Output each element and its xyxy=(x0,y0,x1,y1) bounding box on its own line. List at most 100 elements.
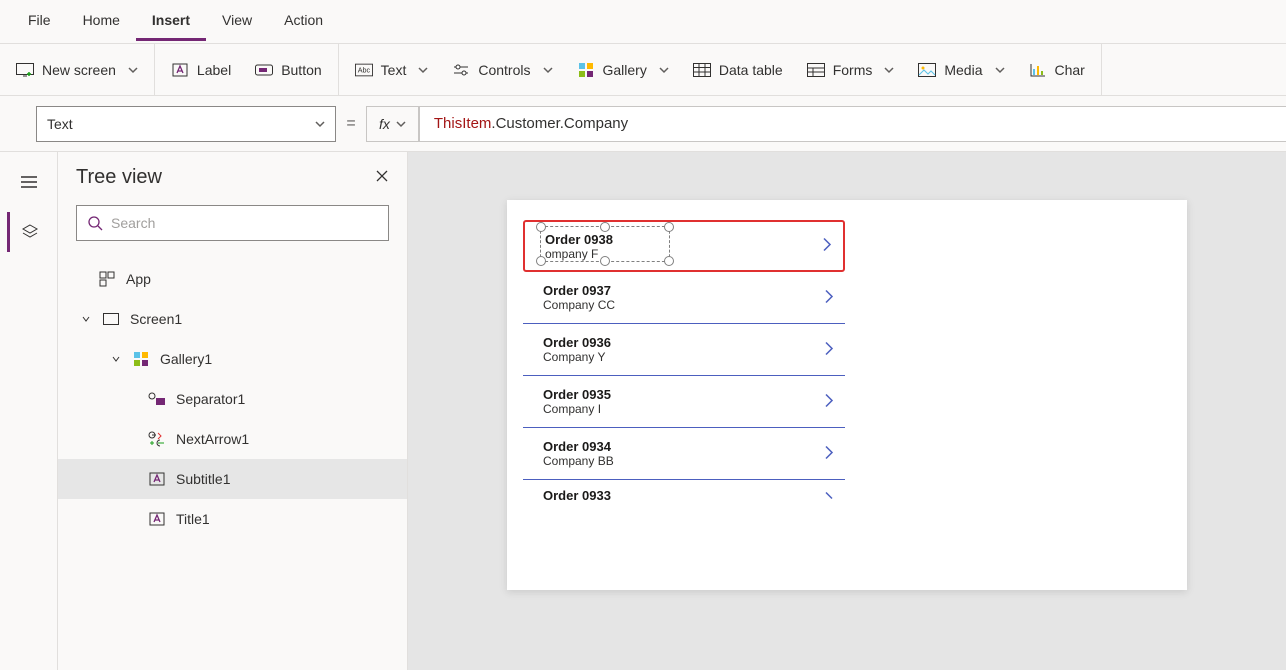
tree-search[interactable] xyxy=(76,205,389,241)
equals-sign: = xyxy=(336,115,366,133)
chevron-down-icon xyxy=(128,65,138,75)
chevron-right-icon[interactable] xyxy=(823,287,835,308)
tree-view-button[interactable] xyxy=(7,212,47,252)
chevron-right-icon[interactable] xyxy=(823,391,835,412)
gallery-item[interactable]: Order 0936 Company Y xyxy=(523,324,845,376)
chevron-right-icon[interactable] xyxy=(821,236,833,257)
svg-text:Abc: Abc xyxy=(357,65,370,74)
gallery-item[interactable]: Order 0937 Company CC xyxy=(523,272,845,324)
item-title: Order 0937 xyxy=(543,283,837,298)
tree-label: Gallery1 xyxy=(160,351,212,367)
gallery-button[interactable]: Gallery xyxy=(565,53,681,87)
item-title: Order 0933 xyxy=(543,488,837,503)
tree-search-input[interactable] xyxy=(111,215,378,231)
item-subtitle: Company CC xyxy=(543,298,837,312)
label-button[interactable]: Label xyxy=(159,53,243,87)
formula-input[interactable]: ThisItem.Customer.Company xyxy=(420,106,1286,142)
gallery-icon xyxy=(577,61,595,79)
menu-insert[interactable]: Insert xyxy=(136,2,206,41)
collapse-icon[interactable] xyxy=(110,354,122,364)
text-button[interactable]: Abc Text xyxy=(343,53,441,87)
selection-box[interactable] xyxy=(540,226,670,262)
charts-button[interactable]: Char xyxy=(1017,53,1097,87)
gallery-item[interactable]: Order 0935 Company I xyxy=(523,376,845,428)
tree-label: Subtitle1 xyxy=(176,471,230,487)
media-button[interactable]: Media xyxy=(906,53,1016,87)
main-area: Tree view App xyxy=(0,152,1286,670)
tree-panel: Tree view App xyxy=(58,152,408,670)
label-icon xyxy=(171,61,189,79)
tree-node-title[interactable]: Title1 xyxy=(58,499,407,539)
item-title: Order 0934 xyxy=(543,439,837,454)
label-icon xyxy=(148,510,166,528)
data-table-label: Data table xyxy=(719,62,783,78)
gallery-icon xyxy=(132,350,150,368)
new-screen-label: New screen xyxy=(42,62,116,78)
tree-node-nextarrow[interactable]: NextArrow1 xyxy=(58,419,407,459)
canvas[interactable]: Order 0938 ompany F Order 0937 Company C… xyxy=(408,152,1286,670)
formula-token-rest: .Customer.Company xyxy=(491,115,628,132)
app-icon xyxy=(98,270,116,288)
layers-icon xyxy=(21,223,39,241)
gallery-item[interactable]: Order 0938 ompany F xyxy=(523,220,845,272)
data-table-button[interactable]: Data table xyxy=(681,53,795,87)
menu-action[interactable]: Action xyxy=(268,2,339,41)
controls-icon xyxy=(452,61,470,79)
tree-label: Title1 xyxy=(176,511,210,527)
menu-home[interactable]: Home xyxy=(67,2,136,41)
tree-node-app[interactable]: App xyxy=(58,259,407,299)
media-label: Media xyxy=(944,62,982,78)
gallery-item[interactable]: Order 0934 Company BB xyxy=(523,428,845,480)
tree-label: App xyxy=(126,271,151,287)
tree-node-subtitle[interactable]: Subtitle1 xyxy=(58,459,407,499)
table-icon xyxy=(693,61,711,79)
tree: App Screen1 Gallery1 xyxy=(58,255,407,543)
property-selector[interactable]: Text xyxy=(36,106,336,142)
gallery-control[interactable]: Order 0938 ompany F Order 0937 Company C… xyxy=(523,220,845,510)
separator-icon xyxy=(148,390,166,408)
screen-icon xyxy=(102,310,120,328)
item-title: Order 0935 xyxy=(543,387,837,402)
fx-icon: fx xyxy=(379,116,390,132)
forms-button[interactable]: Forms xyxy=(795,53,907,87)
fx-button[interactable]: fx xyxy=(366,106,420,142)
tree-node-screen[interactable]: Screen1 xyxy=(58,299,407,339)
chevron-right-icon[interactable] xyxy=(823,339,835,360)
chevron-down-icon xyxy=(315,119,325,129)
item-title: Order 0936 xyxy=(543,335,837,350)
tree-label: Screen1 xyxy=(130,311,182,327)
close-panel-button[interactable] xyxy=(375,169,389,186)
left-rail xyxy=(0,152,58,670)
new-screen-button[interactable]: New screen xyxy=(4,53,150,87)
tree-label: Separator1 xyxy=(176,391,245,407)
menubar: File Home Insert View Action xyxy=(0,0,1286,44)
forms-icon xyxy=(807,61,825,79)
tree-title: Tree view xyxy=(76,166,162,189)
menu-file[interactable]: File xyxy=(12,2,67,41)
button-icon xyxy=(255,61,273,79)
button-label: Button xyxy=(281,62,321,78)
chevron-down-icon xyxy=(995,65,1005,75)
gallery-item[interactable]: Order 0933 xyxy=(523,480,845,510)
chevron-right-icon[interactable] xyxy=(823,490,835,511)
menu-view[interactable]: View xyxy=(206,2,268,41)
tree-node-separator[interactable]: Separator1 xyxy=(58,379,407,419)
app-screen[interactable]: Order 0938 ompany F Order 0937 Company C… xyxy=(507,200,1187,590)
tree-node-gallery[interactable]: Gallery1 xyxy=(58,339,407,379)
forms-label: Forms xyxy=(833,62,873,78)
item-subtitle: Company Y xyxy=(543,350,837,364)
label-icon xyxy=(148,470,166,488)
chevron-right-icon[interactable] xyxy=(823,443,835,464)
hamburger-button[interactable] xyxy=(9,162,49,202)
controls-button[interactable]: Controls xyxy=(440,53,564,87)
charts-label: Char xyxy=(1055,62,1085,78)
text-icon: Abc xyxy=(355,61,373,79)
item-subtitle: Company I xyxy=(543,402,837,416)
item-subtitle: Company BB xyxy=(543,454,837,468)
chevron-down-icon xyxy=(543,65,553,75)
close-icon xyxy=(375,169,389,183)
collapse-icon[interactable] xyxy=(80,314,92,324)
button-button[interactable]: Button xyxy=(243,53,333,87)
search-icon xyxy=(87,215,103,231)
chevron-down-icon xyxy=(396,119,406,129)
